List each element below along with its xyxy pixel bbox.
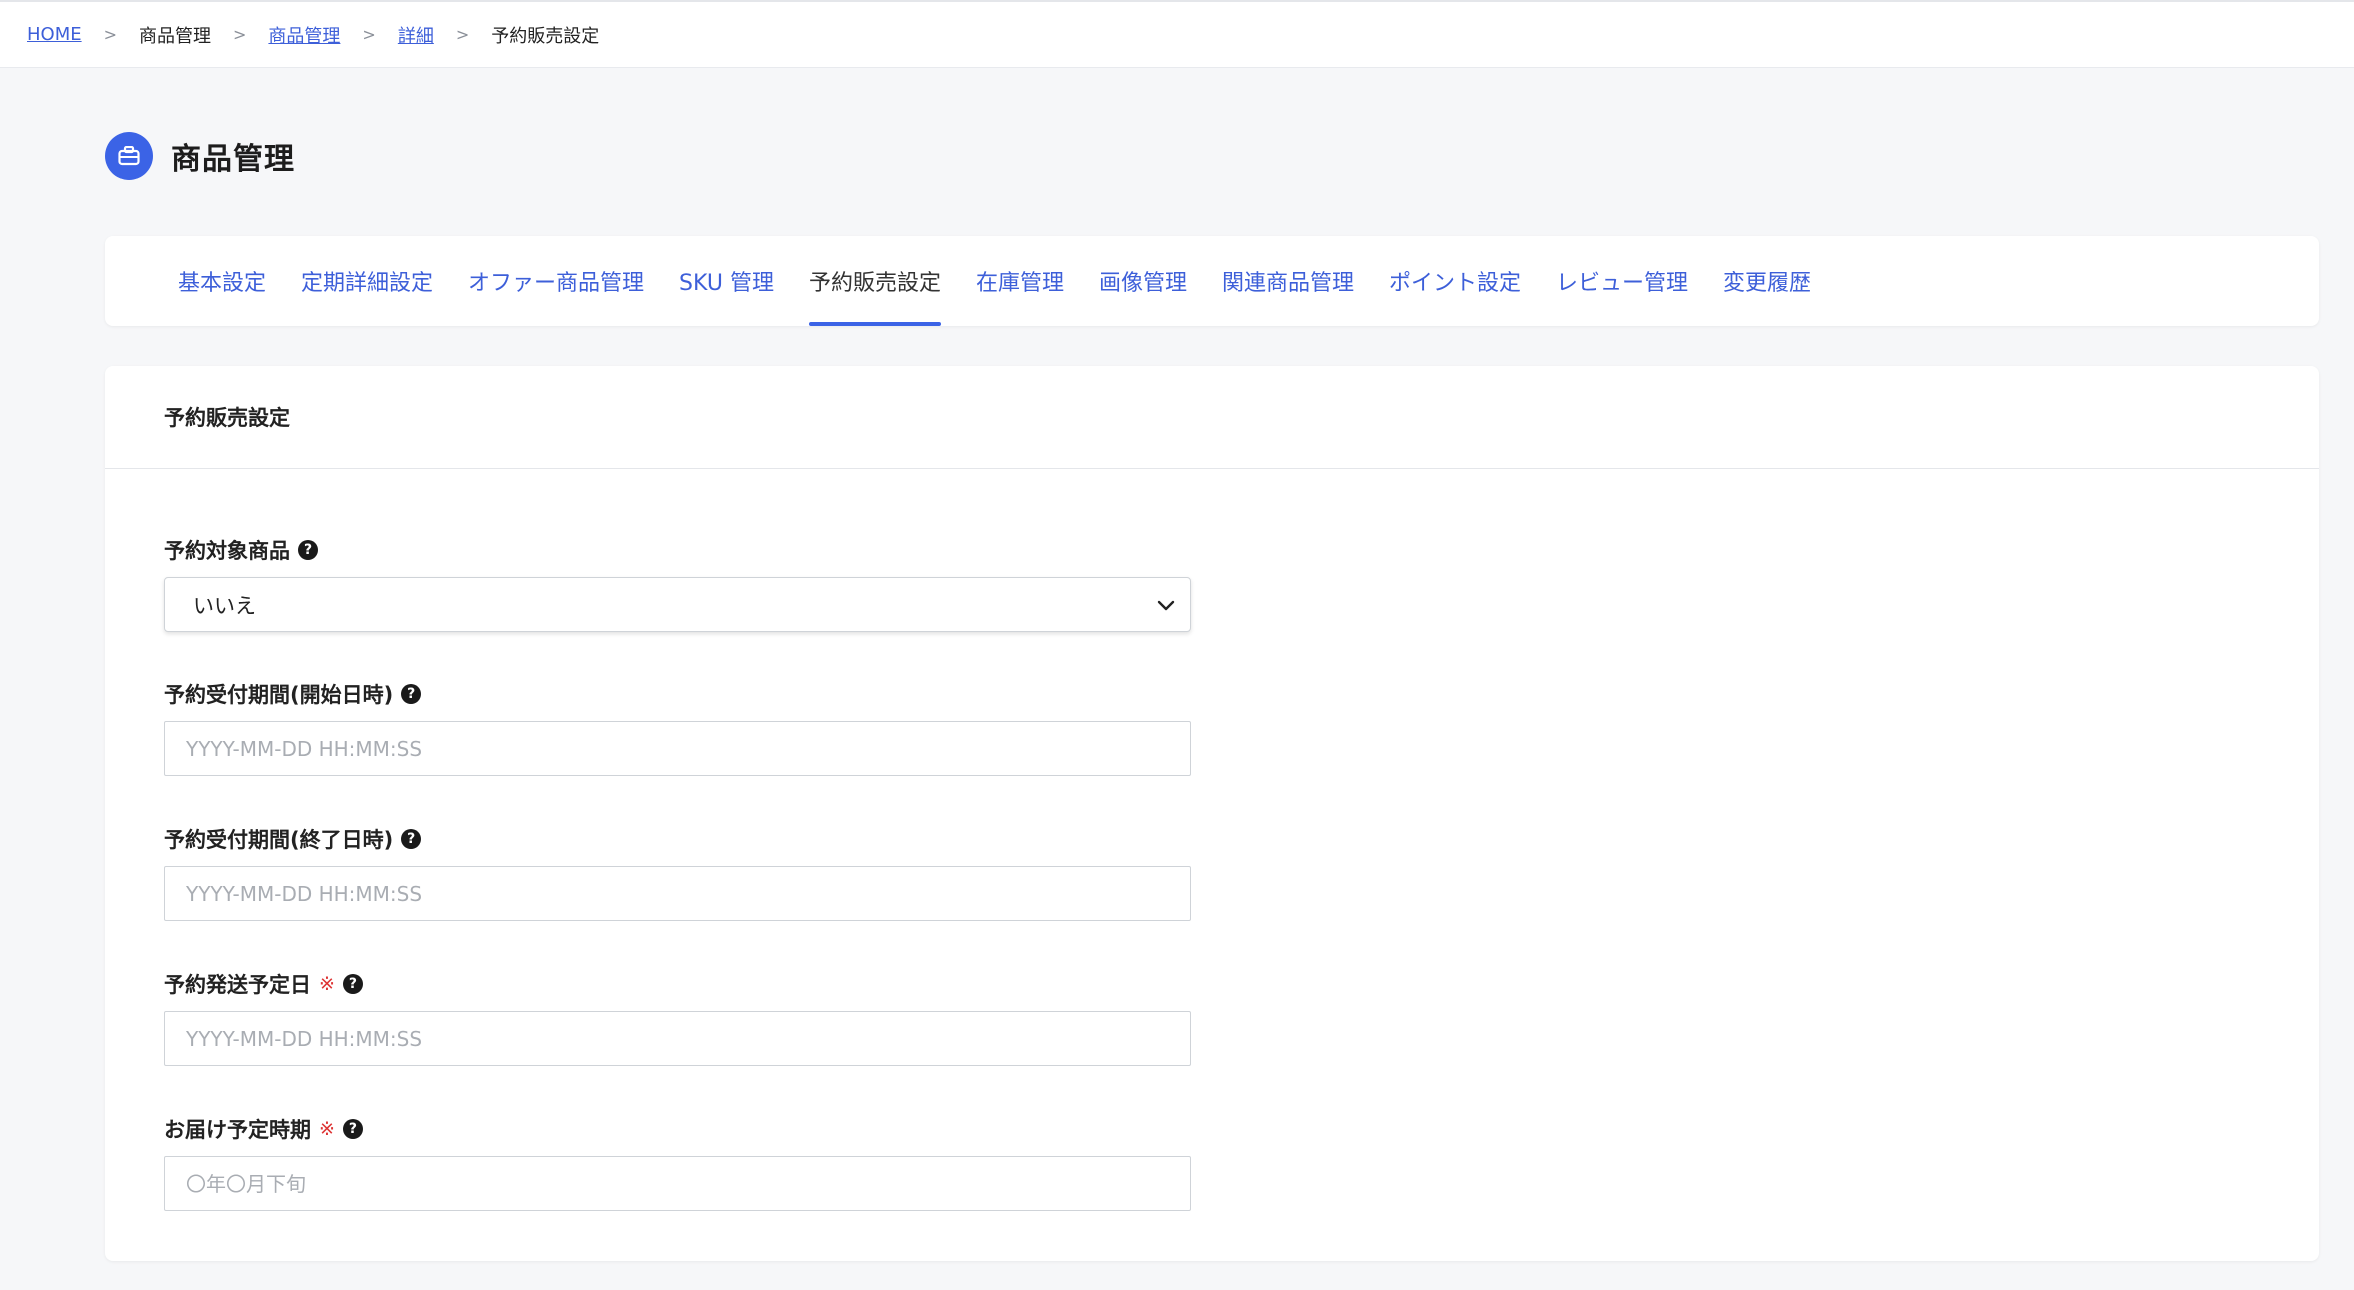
help-icon[interactable]: ? (342, 974, 363, 994)
field-label-row: 予約受付期間(終了日時) ? (164, 824, 2319, 854)
field-label-row: 予約対象商品 ? (164, 535, 2319, 565)
preorder-form-card: 予約販売設定 予約対象商品 ? いいえ 予約受付期間(開始日時) ? YYYY-… (105, 366, 2319, 1261)
field-reservation-target: 予約対象商品 ? いいえ (164, 535, 2319, 632)
reservation-target-select[interactable]: いいえ (164, 577, 1191, 632)
field-label-row: 予約発送予定日 ※ ? (164, 969, 2319, 999)
select-value: いいえ (193, 593, 256, 618)
accept-start-input[interactable] (164, 721, 1191, 776)
tab-images[interactable]: 画像管理 (1099, 236, 1187, 326)
field-accept-end: 予約受付期間(終了日時) ? (164, 824, 2319, 921)
help-icon[interactable]: ? (401, 829, 422, 849)
chevron-down-icon (1157, 593, 1175, 617)
field-label-row: 予約受付期間(開始日時) ? (164, 679, 2319, 709)
help-icon[interactable]: ? (298, 540, 318, 560)
breadcrumb-item-detail[interactable]: 詳細 (398, 22, 434, 48)
required-mark: ※ (319, 1118, 335, 1140)
tab-bar: 基本設定 定期詳細設定 オファー商品管理 SKU 管理 予約販売設定 在庫管理 … (178, 236, 1846, 326)
briefcase-icon (105, 132, 153, 180)
tab-inventory[interactable]: 在庫管理 (976, 236, 1064, 326)
accept-end-input[interactable] (164, 866, 1191, 921)
field-label: 予約受付期間(開始日時) (164, 683, 394, 707)
field-accept-start: 予約受付期間(開始日時) ? (164, 679, 2319, 776)
tab-points[interactable]: ポイント設定 (1389, 236, 1521, 326)
breadcrumb-item-home[interactable]: HOME (27, 24, 82, 45)
breadcrumb-link-product-list[interactable]: 商品管理 (268, 22, 340, 48)
tab-reviews[interactable]: レビュー管理 (1556, 236, 1688, 326)
tab-history[interactable]: 変更履歴 (1723, 236, 1811, 326)
form-body: 予約対象商品 ? いいえ 予約受付期間(開始日時) ? 予約受付期間(終了日 (105, 469, 2319, 1211)
breadcrumb-separator: > (233, 25, 247, 44)
breadcrumb-separator: > (455, 25, 470, 44)
field-label: 予約対象商品 (164, 539, 290, 563)
breadcrumb-link-detail[interactable]: 詳細 (398, 22, 434, 48)
field-label: 予約発送予定日 (164, 973, 311, 997)
breadcrumb-label: 商品管理 (139, 25, 212, 47)
help-icon[interactable]: ? (401, 684, 422, 704)
breadcrumb: HOME > 商品管理 > 商品管理 > 詳細 > 予約販売設定 (0, 0, 2354, 68)
tabs-card: 基本設定 定期詳細設定 オファー商品管理 SKU 管理 予約販売設定 在庫管理 … (105, 236, 2319, 326)
help-icon[interactable]: ? (342, 1119, 363, 1139)
tab-related-products[interactable]: 関連商品管理 (1222, 236, 1354, 326)
breadcrumb-separator: > (362, 25, 376, 44)
delivery-period-input[interactable] (164, 1156, 1191, 1211)
field-ship-date: 予約発送予定日 ※ ? (164, 969, 2319, 1066)
field-label: 予約受付期間(終了日時) (164, 828, 394, 852)
field-delivery-period: お届け予定時期 ※ ? (164, 1114, 2319, 1211)
field-label: お届け予定時期 (164, 1118, 311, 1142)
required-mark: ※ (319, 973, 335, 995)
breadcrumb-item-product-mgmt: 商品管理 (139, 22, 211, 48)
tab-sku[interactable]: SKU 管理 (679, 236, 774, 326)
page-title: 商品管理 (171, 142, 295, 177)
page-header: 商品管理 (105, 132, 295, 180)
tab-subscription-detail[interactable]: 定期詳細設定 (301, 236, 433, 326)
section-title: 予約販売設定 (105, 366, 2319, 469)
breadcrumb-current-label: 予約販売設定 (491, 25, 600, 47)
breadcrumb-link-home[interactable]: HOME (27, 24, 82, 45)
breadcrumb-item-product-list[interactable]: 商品管理 (268, 22, 340, 48)
ship-date-input[interactable] (164, 1011, 1191, 1066)
tab-offer-products[interactable]: オファー商品管理 (468, 236, 644, 326)
tab-basic-settings[interactable]: 基本設定 (178, 236, 266, 326)
breadcrumb-separator: > (103, 25, 118, 44)
tab-preorder-settings[interactable]: 予約販売設定 (808, 236, 941, 326)
field-label-row: お届け予定時期 ※ ? (164, 1114, 2319, 1144)
breadcrumb-item-current: 予約販売設定 (491, 22, 599, 48)
